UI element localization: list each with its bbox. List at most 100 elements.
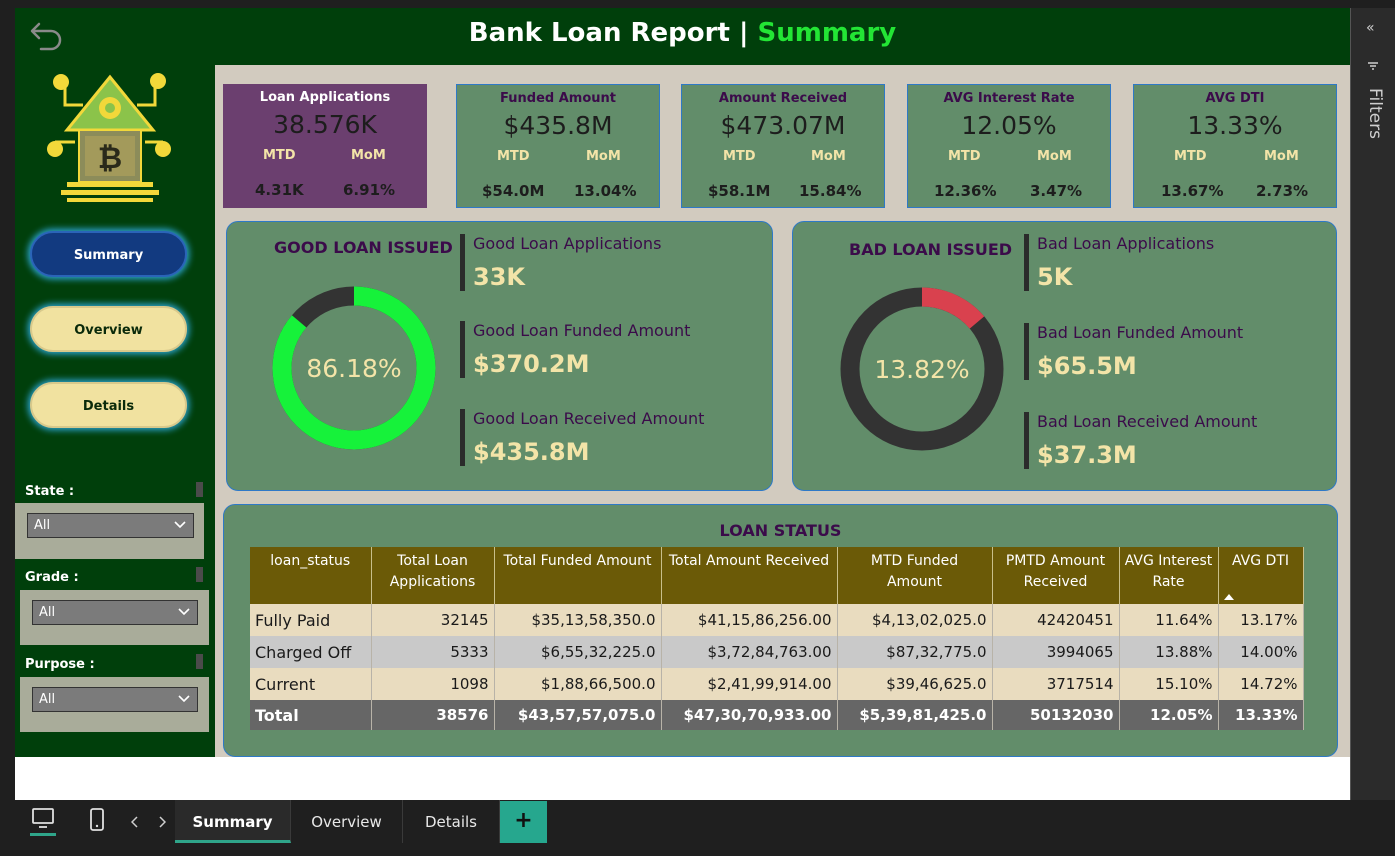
column-header[interactable]: MTD Funded Amount: [837, 547, 993, 604]
nav-summary-button[interactable]: Summary: [30, 231, 187, 277]
bad-loan-applications: Bad Loan Applications 5K: [1024, 234, 1214, 291]
good-loan-title: GOOD LOAN ISSUED: [274, 238, 453, 257]
nav-overview-button[interactable]: Overview: [30, 306, 187, 352]
tab-summary[interactable]: Summary: [175, 800, 291, 843]
good-loan-applications: Good Loan Applications 33K: [460, 234, 661, 291]
table-cell: 12.05%: [1119, 700, 1219, 730]
column-header[interactable]: loan_status: [250, 547, 372, 604]
table-cell: $2,41,99,914.00: [661, 668, 838, 700]
kpi-title: Amount Received: [718, 91, 848, 106]
state-dropdown[interactable]: All: [27, 513, 194, 538]
kpi-title: Funded Amount: [500, 91, 616, 106]
metric-value: 5K: [1037, 263, 1073, 291]
table-cell: 13.88%: [1119, 636, 1219, 668]
table-cell: 50132030: [992, 700, 1120, 730]
good-loan-donut[interactable]: 86.18%: [263, 277, 445, 459]
filters-pane[interactable]: « Filters: [1350, 8, 1395, 800]
next-page-icon[interactable]: [158, 816, 166, 828]
tab-overview[interactable]: Overview: [291, 800, 403, 843]
kpi-value: 38.576K: [273, 110, 377, 139]
kpi-mtd-label: MTD: [723, 149, 756, 164]
table-cell: $47,30,70,933.00: [661, 700, 838, 730]
purpose-slicer-label: Purpose :: [25, 657, 95, 672]
table-cell: Current: [250, 668, 372, 700]
title-main: Bank Loan Report |: [468, 18, 758, 48]
purpose-dropdown[interactable]: All: [32, 687, 198, 712]
svg-text:₿: ₿: [98, 141, 122, 176]
nav-details-button[interactable]: Details: [30, 382, 187, 428]
kpi-loan-applications[interactable]: Loan Applications 38.576K MTD MoM 4.31K …: [223, 84, 427, 208]
column-header[interactable]: Total Amount Received: [661, 547, 838, 604]
kpi-mom-value: 2.73%: [1256, 182, 1309, 200]
table-cell: 13.17%: [1218, 604, 1304, 636]
grade-slicer-label: Grade :: [25, 570, 79, 585]
table-cell: 14.00%: [1218, 636, 1304, 668]
grade-dropdown[interactable]: All: [32, 600, 198, 625]
kpi-avg-interest-rate[interactable]: AVG Interest Rate 12.05% MTD MoM 12.36% …: [907, 84, 1111, 208]
column-header[interactable]: Total Loan Applications: [371, 547, 495, 604]
kpi-value: 12.05%: [961, 111, 1057, 140]
filter-icon: [1368, 62, 1378, 70]
bad-loan-card: BAD LOAN ISSUED 13.82% Bad Loan Applicat…: [792, 221, 1337, 491]
column-header[interactable]: AVG Interest Rate: [1119, 547, 1219, 604]
table-cell: $43,57,57,075.0: [494, 700, 662, 730]
kpi-mom-value: 15.84%: [799, 182, 862, 200]
bad-loan-donut[interactable]: 13.82%: [831, 278, 1013, 460]
table-cell: 3717514: [992, 668, 1120, 700]
table-total-row[interactable]: Total 38576 $43,57,57,075.0 $47,30,70,93…: [250, 700, 1304, 730]
filters-label: Filters: [1365, 88, 1385, 139]
table-cell: 11.64%: [1119, 604, 1219, 636]
page-title: Bank Loan Report | Summary: [15, 18, 1350, 48]
previous-page-icon[interactable]: [131, 816, 139, 828]
metric-value: $65.5M: [1037, 352, 1137, 380]
kpi-funded-amount[interactable]: Funded Amount $435.8M MTD MoM $54.0M 13.…: [456, 84, 660, 208]
table-row[interactable]: Fully Paid 32145 $35,13,58,350.0 $41,15,…: [250, 604, 1304, 636]
table-row[interactable]: Current 1098 $1,88,66,500.0 $2,41,99,914…: [250, 668, 1304, 700]
table-cell: $3,72,84,763.00: [661, 636, 838, 668]
metric-label: Good Loan Applications: [473, 234, 662, 253]
state-slicer-label: State :: [25, 484, 75, 499]
column-header[interactable]: Total Funded Amount: [494, 547, 662, 604]
column-header-sorted[interactable]: AVG DTI: [1218, 547, 1304, 604]
double-chevron-left-icon[interactable]: «: [1366, 20, 1375, 36]
kpi-mom-value: 3.47%: [1030, 182, 1083, 200]
table-cell: 3994065: [992, 636, 1120, 668]
grade-dropdown-value: All: [39, 605, 56, 620]
bad-loan-received-amount: Bad Loan Received Amount $37.3M: [1024, 412, 1257, 469]
kpi-mom-label: MoM: [586, 149, 621, 164]
bad-loan-percent: 13.82%: [874, 355, 969, 384]
table-cell: 42420451: [992, 604, 1120, 636]
column-header[interactable]: PMTD Amount Received: [992, 547, 1120, 604]
table-cell: 5333: [371, 636, 495, 668]
tab-details[interactable]: Details: [403, 800, 500, 843]
kpi-mtd-label: MTD: [1174, 149, 1207, 164]
good-loan-card: GOOD LOAN ISSUED 86.18% Good Loan Applic…: [226, 221, 773, 491]
table-cell: $5,39,81,425.0: [837, 700, 993, 730]
table-cell: 15.10%: [1119, 668, 1219, 700]
grade-slicer-handle: [196, 567, 203, 582]
kpi-mom-label: MoM: [1037, 149, 1072, 164]
good-loan-funded-amount: Good Loan Funded Amount $370.2M: [460, 321, 690, 378]
table-cell: Charged Off: [250, 636, 372, 668]
kpi-value: $435.8M: [503, 111, 613, 140]
table-cell: 13.33%: [1218, 700, 1304, 730]
table-cell: Fully Paid: [250, 604, 372, 636]
kpi-mtd-label: MTD: [263, 148, 296, 163]
kpi-amount-received[interactable]: Amount Received $473.07M MTD MoM $58.1M …: [681, 84, 885, 208]
state-slicer-handle: [196, 482, 203, 497]
table-cell: $4,13,02,025.0: [837, 604, 993, 636]
metric-value: 33K: [473, 263, 525, 291]
table-cell: $39,46,625.0: [837, 668, 993, 700]
report-canvas: Loan Applications 38.576K MTD MoM 4.31K …: [215, 65, 1350, 757]
report-window: Bank Loan Report | Summary ₿ Summary Ove…: [0, 0, 1395, 856]
bad-loan-funded-amount: Bad Loan Funded Amount $65.5M: [1024, 323, 1243, 380]
table-cell: 32145: [371, 604, 495, 636]
desktop-view-icon[interactable]: [30, 807, 56, 837]
kpi-title: Loan Applications: [259, 90, 391, 105]
good-loan-received-amount: Good Loan Received Amount $435.8M: [460, 409, 704, 466]
mobile-view-icon[interactable]: [89, 808, 105, 832]
kpi-avg-dti[interactable]: AVG DTI 13.33% MTD MoM 13.67% 2.73%: [1133, 84, 1337, 208]
add-page-button[interactable]: +: [500, 801, 547, 843]
table-row[interactable]: Charged Off 5333 $6,55,32,225.0 $3,72,84…: [250, 636, 1304, 668]
table-cell: $1,88,66,500.0: [494, 668, 662, 700]
